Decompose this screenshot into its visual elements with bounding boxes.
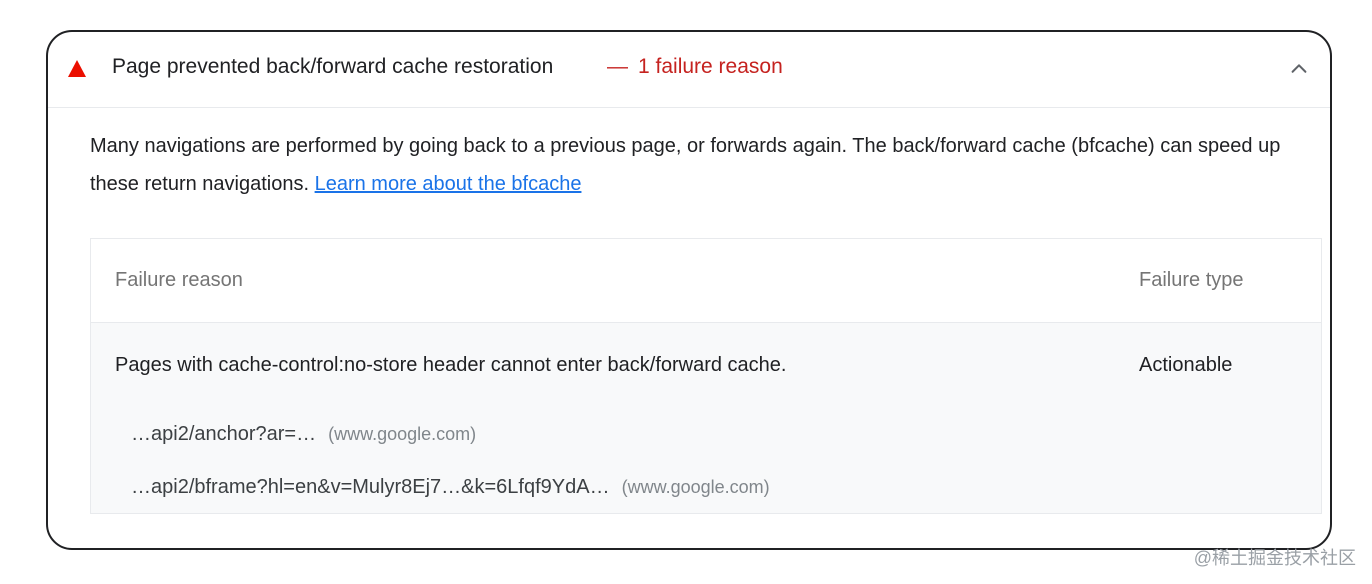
learn-more-link[interactable]: Learn more about the bfcache <box>315 173 582 195</box>
sub-item: …api2/bframe?hl=en&v=Mulyr8Ej7…&k=6Lfqf9… <box>131 476 770 499</box>
row-failure-type: Actionable <box>1139 354 1233 376</box>
audit-card: Page prevented back/forward cache restor… <box>46 30 1332 550</box>
fail-triangle-icon <box>68 60 86 77</box>
sub-item-origin: (www.google.com) <box>328 424 477 444</box>
table-row: Pages with cache-control:no-store header… <box>91 323 1321 513</box>
sub-item-url: …api2/bframe?hl=en&v=Mulyr8Ej7…&k=6Lfqf9… <box>131 476 610 498</box>
sub-item: …api2/anchor?ar=… (www.google.com) <box>131 423 476 446</box>
audit-description: Many navigations are performed by going … <box>90 127 1310 203</box>
header-failure-reason: Failure reason <box>115 269 243 291</box>
description-text: Many navigations are performed by going … <box>90 135 1281 195</box>
sub-item-url: …api2/anchor?ar=… <box>131 423 317 445</box>
audit-title: Page prevented back/forward cache restor… <box>112 55 554 78</box>
header-failure-type: Failure type <box>1139 269 1244 291</box>
audit-header[interactable]: Page prevented back/forward cache restor… <box>48 32 1330 108</box>
failure-count: 1 failure reason <box>638 55 783 78</box>
sub-item-origin: (www.google.com) <box>621 477 770 497</box>
watermark: @稀土掘金技术社区 <box>1193 548 1356 568</box>
table-header-row: Failure reason Failure type <box>91 239 1321 323</box>
audit-display-value: — 1 failure reason <box>607 55 783 79</box>
display-dash: — <box>607 55 628 78</box>
chevron-up-icon[interactable] <box>1288 58 1310 80</box>
row-failure-reason: Pages with cache-control:no-store header… <box>115 354 787 376</box>
details-table: Failure reason Failure type Pages with c… <box>90 238 1322 514</box>
